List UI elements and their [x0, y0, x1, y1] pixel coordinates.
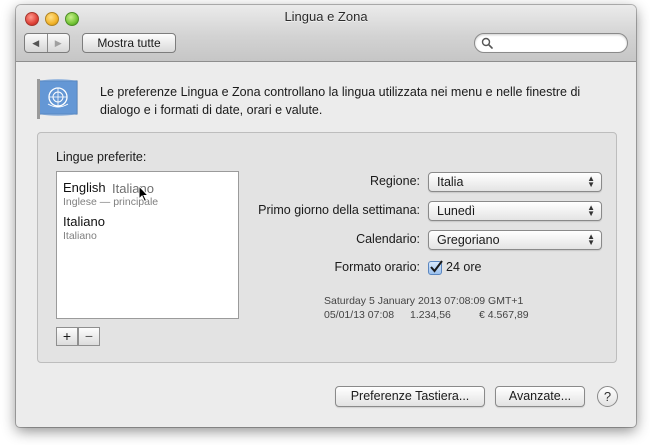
24-hour-checkbox[interactable]: [428, 260, 443, 275]
search-field[interactable]: [474, 33, 628, 53]
add-language-button[interactable]: +: [56, 327, 78, 346]
popup-arrows-icon: ▲ ▼: [587, 174, 595, 189]
region-popup[interactable]: Italia ▲ ▼: [428, 172, 602, 192]
language-subtitle: Italiano: [63, 230, 97, 242]
show-all-button[interactable]: Mostra tutte: [82, 33, 176, 53]
preferred-languages-title: Lingue preferite:: [56, 150, 147, 164]
region-label: Regione:: [369, 174, 420, 188]
keyboard-preferences-button[interactable]: Preferenze Tastiera...: [335, 386, 485, 407]
search-input[interactable]: [495, 36, 623, 52]
search-icon: [481, 37, 493, 49]
first-day-value: Lunedì: [437, 204, 476, 218]
language-name: Italiano: [63, 214, 105, 229]
calendar-popup[interactable]: Gregoriano ▲ ▼: [428, 230, 602, 250]
un-flag-icon: [37, 79, 78, 119]
time-format-label: Formato orario:: [334, 260, 420, 274]
help-button[interactable]: ?: [597, 386, 618, 407]
sample-short-date: 05/01/13 07:08: [324, 309, 395, 321]
sample-date-line: Saturday 5 January 2013 07:08:09 GMT+1: [324, 295, 524, 307]
popup-arrows-icon: ▲ ▼: [587, 232, 595, 247]
first-day-label: Primo giorno della settimana:: [258, 203, 420, 217]
region-value: Italia: [437, 175, 464, 189]
sample-number: 1.234,56: [410, 309, 451, 321]
preferences-window: Lingua e Zona ◀ ▶ Mostra tutte Le prefer…: [16, 5, 636, 427]
first-day-popup[interactable]: Lunedì ▲ ▼: [428, 201, 602, 221]
back-button[interactable]: ◀: [25, 34, 47, 52]
remove-language-button[interactable]: −: [78, 327, 100, 346]
sample-currency: € 4.567,89: [479, 309, 529, 321]
popup-arrows-icon: ▲ ▼: [587, 203, 595, 218]
calendar-value: Gregoriano: [437, 233, 500, 247]
advanced-button[interactable]: Avanzate...: [495, 386, 585, 407]
forward-button[interactable]: ▶: [46, 34, 70, 52]
calendar-label: Calendario:: [356, 232, 420, 246]
settings-labels: Regione: Primo giorno della settimana: C…: [234, 5, 420, 427]
24-hour-label: 24 ore: [446, 260, 482, 274]
list-item[interactable]: Italiano Italiano: [63, 214, 105, 242]
mouse-cursor-icon: [138, 185, 150, 203]
navigation-segment: ◀ ▶: [24, 33, 70, 53]
checkmark-icon: [430, 260, 443, 273]
